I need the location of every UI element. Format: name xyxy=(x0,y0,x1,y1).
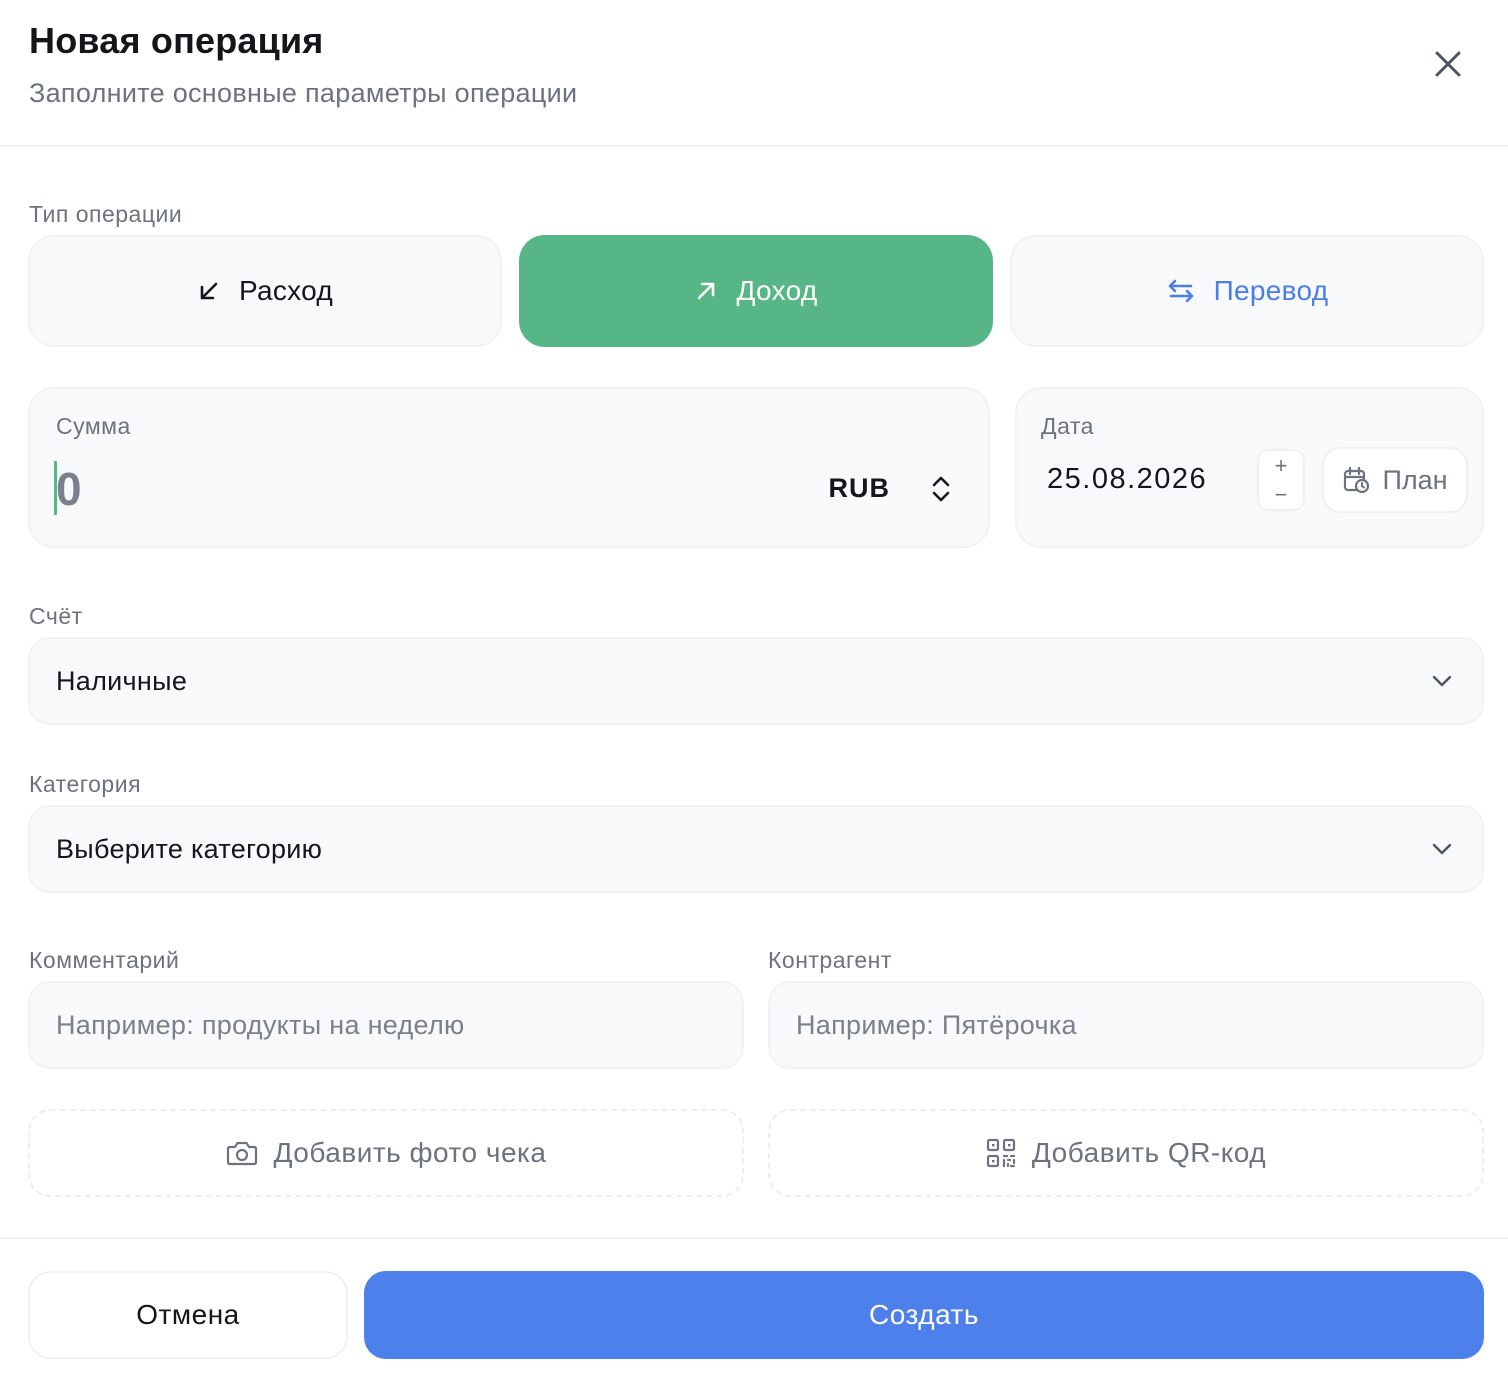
operation-type-label: Тип операции xyxy=(29,201,183,227)
chevron-down-icon xyxy=(1432,843,1452,855)
camera-icon xyxy=(226,1141,257,1166)
add-qr-code-button[interactable]: Добавить QR-код xyxy=(768,1109,1484,1197)
arrow-down-left-icon xyxy=(200,282,218,300)
type-expense-button[interactable]: Расход xyxy=(28,235,502,347)
add-qr-code-label: Добавить QR-код xyxy=(1031,1137,1267,1168)
comment-input[interactable] xyxy=(28,981,744,1069)
cancel-button[interactable]: Отмена xyxy=(28,1271,348,1359)
date-decrement-button[interactable]: − xyxy=(1259,480,1303,509)
comment-label: Комментарий xyxy=(29,947,180,973)
add-receipt-photo-label: Добавить фото чека xyxy=(273,1137,547,1168)
calendar-clock-icon xyxy=(1344,466,1370,494)
currency-selector[interactable] xyxy=(926,473,956,505)
plan-label: План xyxy=(1382,464,1448,495)
account-value: Наличные xyxy=(56,666,188,696)
date-input[interactable]: 25.08.2026 xyxy=(1047,463,1207,496)
counterparty-label: Контрагент xyxy=(768,947,892,973)
category-select[interactable]: Выберите категорию xyxy=(28,805,1484,893)
currency-value[interactable]: RUB xyxy=(829,473,891,504)
footer-divider xyxy=(0,1237,1508,1239)
type-expense-label: Расход xyxy=(238,275,334,306)
modal-title: Новая операция xyxy=(29,20,324,61)
close-icon xyxy=(1435,51,1461,77)
arrows-swap-icon xyxy=(1168,279,1193,303)
chevron-up-down-icon xyxy=(932,476,950,502)
plan-button[interactable]: План xyxy=(1322,447,1468,513)
add-receipt-photo-button[interactable]: Добавить фото чека xyxy=(28,1109,744,1197)
type-income-label: Доход xyxy=(736,275,818,306)
date-increment-button[interactable]: + xyxy=(1259,451,1303,480)
type-income-button[interactable]: Доход xyxy=(519,235,993,347)
amount-card[interactable]: Сумма 0 RUB xyxy=(28,387,990,548)
modal-subtitle: Заполните основные параметры операции xyxy=(29,78,578,108)
counterparty-input[interactable] xyxy=(768,981,1484,1069)
account-label: Счёт xyxy=(29,603,83,629)
date-card: Дата 25.08.2026 + − План xyxy=(1015,387,1484,548)
arrow-up-right-icon xyxy=(698,282,715,300)
category-label: Категория xyxy=(29,771,142,797)
amount-input[interactable]: 0 xyxy=(56,461,82,517)
chevron-down-icon xyxy=(1432,675,1452,687)
new-operation-modal: Новая операция Заполните основные параме… xyxy=(0,0,1508,1374)
close-button[interactable] xyxy=(1424,40,1472,88)
create-button[interactable]: Создать xyxy=(364,1271,1484,1359)
account-select[interactable]: Наличные xyxy=(28,637,1484,725)
date-label: Дата xyxy=(1041,413,1094,439)
type-transfer-button[interactable]: Перевод xyxy=(1010,235,1484,347)
type-transfer-label: Перевод xyxy=(1213,275,1329,306)
amount-label: Сумма xyxy=(56,413,131,439)
qr-code-icon xyxy=(986,1138,1015,1168)
category-value: Выберите категорию xyxy=(56,834,323,864)
date-stepper: + − xyxy=(1257,449,1305,511)
modal-header: Новая операция Заполните основные параме… xyxy=(0,0,1508,147)
